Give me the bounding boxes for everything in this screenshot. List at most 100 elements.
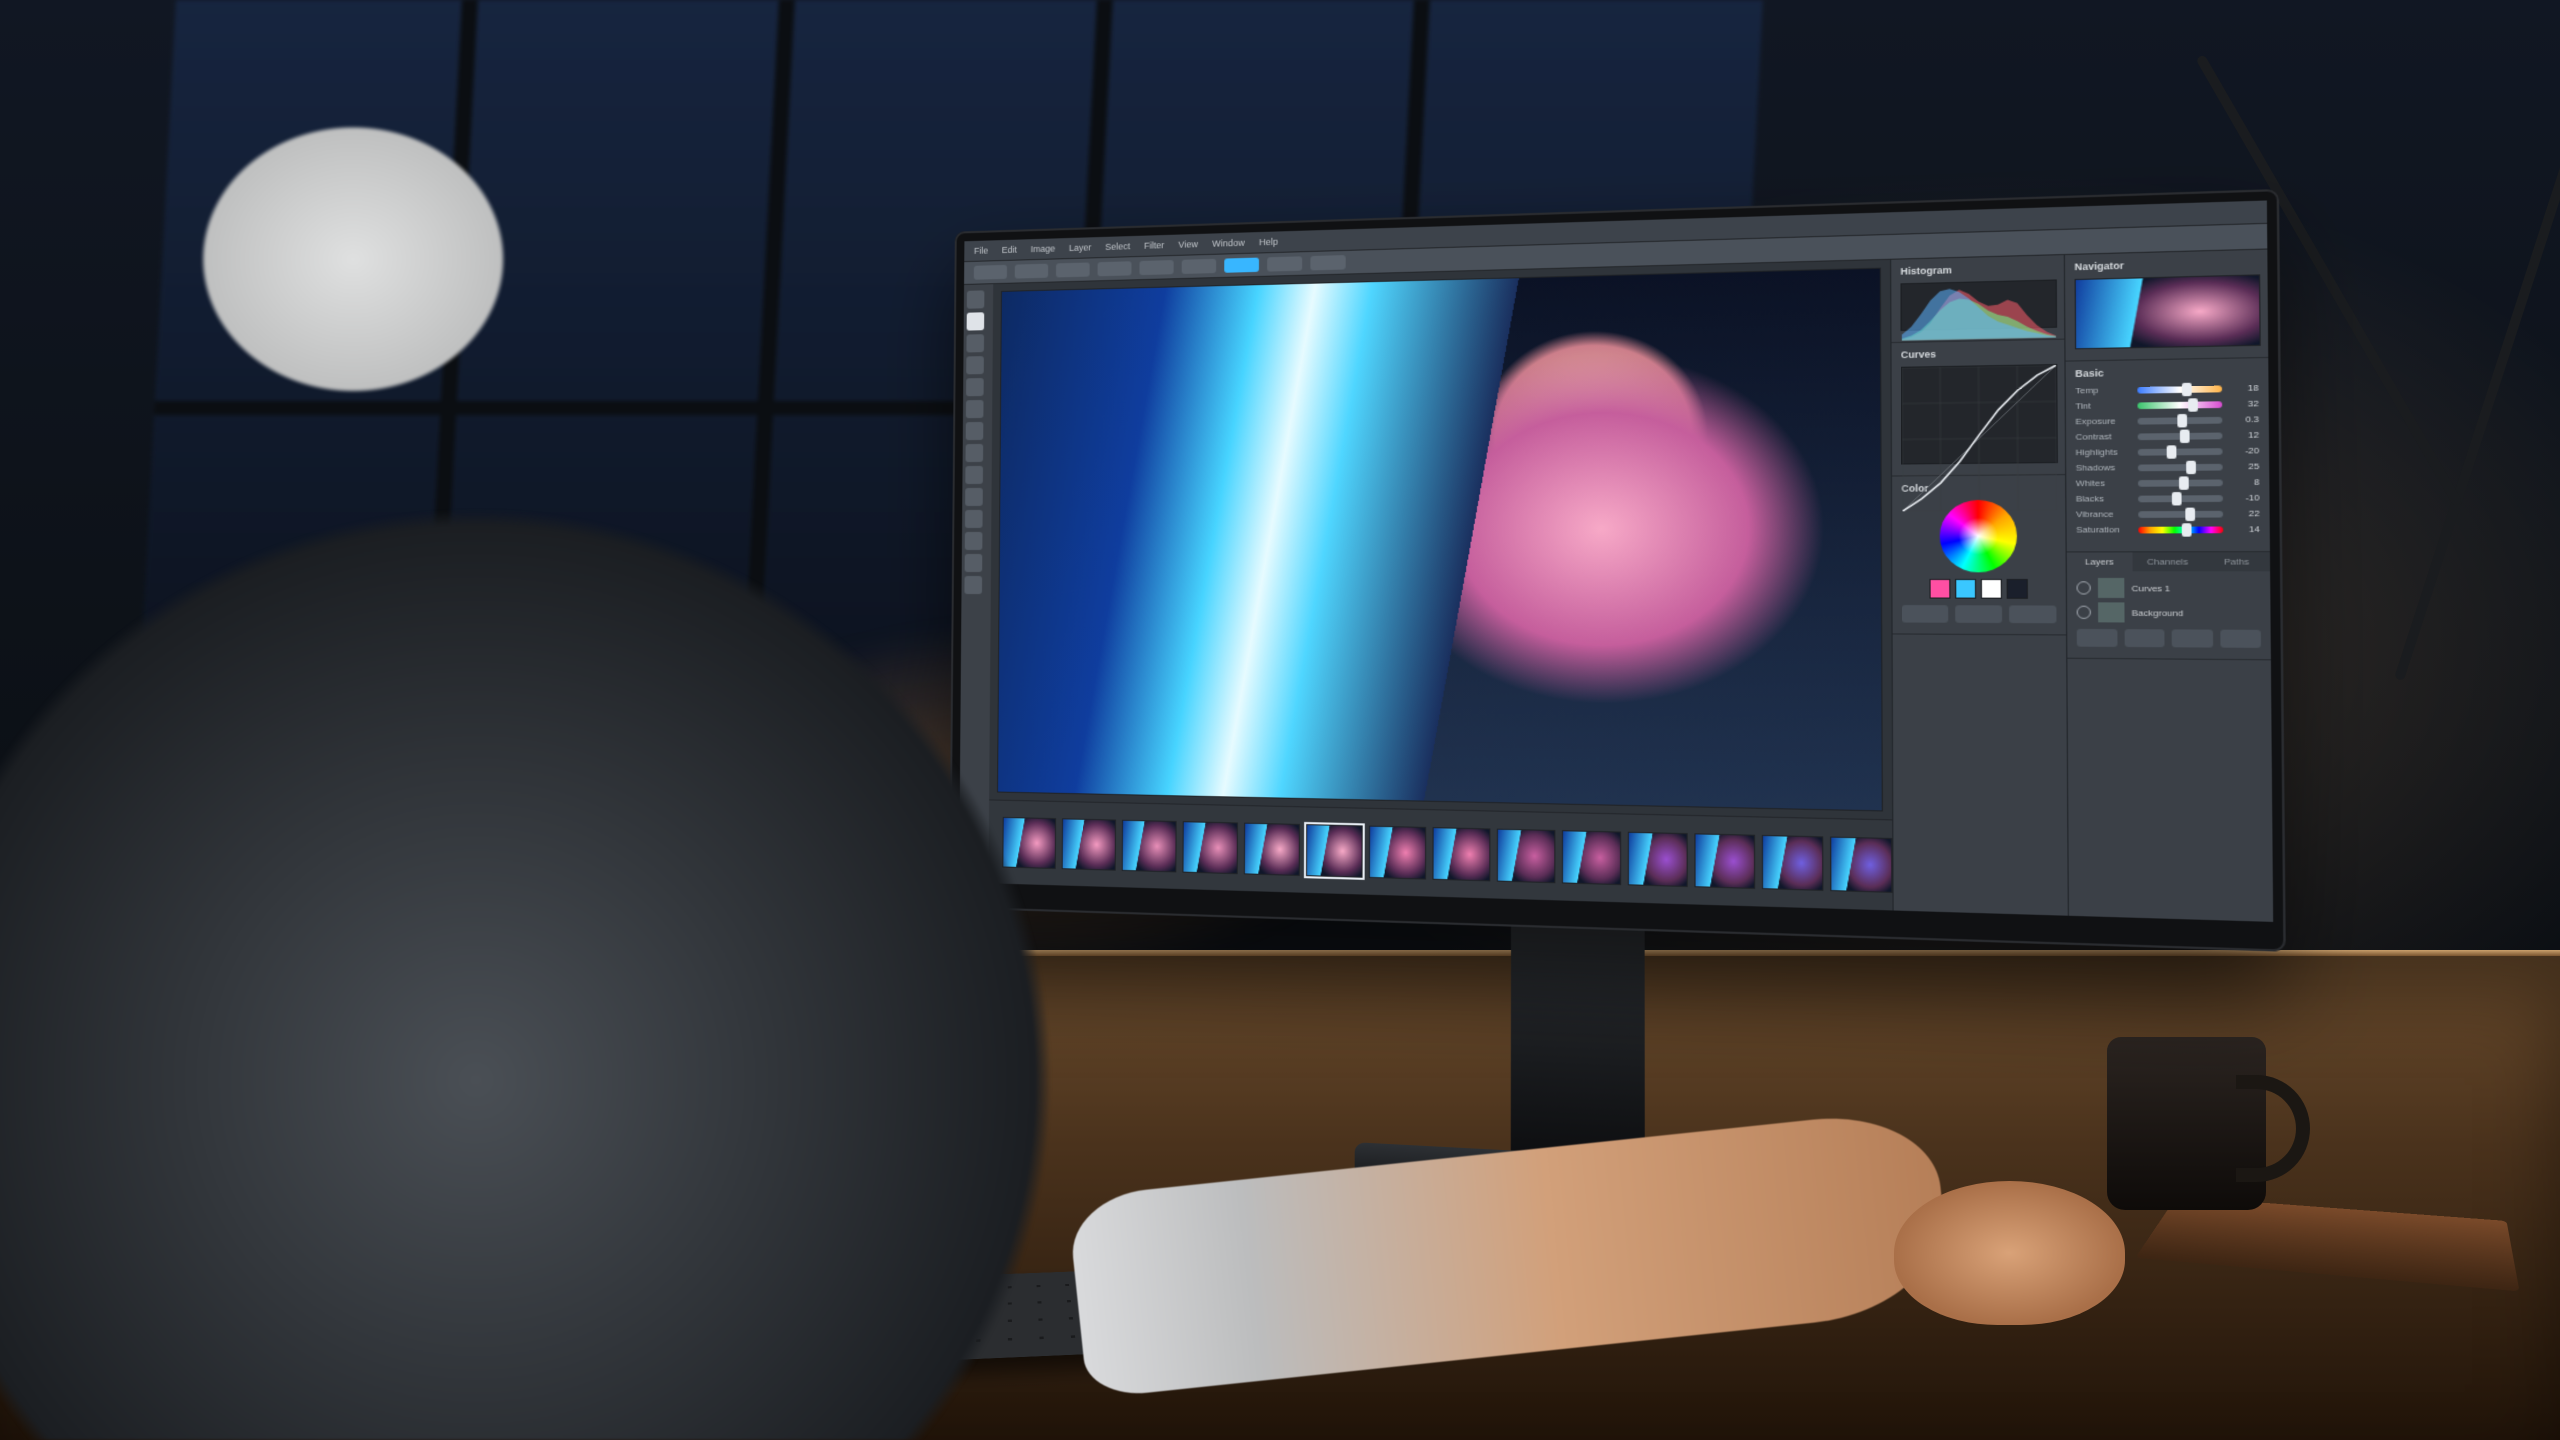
slider-value-tint: 32 — [2230, 399, 2259, 409]
basic-adjustments-panel: Basic Temp 18 Tint 32 Exposure 0.3 Contrast 12 H… — [2066, 358, 2270, 552]
menu-view[interactable]: View — [1179, 239, 1199, 250]
histogram-title: Histogram — [1901, 262, 2055, 277]
swatch-1[interactable] — [1955, 579, 1976, 599]
menu-window[interactable]: Window — [1212, 238, 1245, 249]
basic-title: Basic — [2075, 365, 2258, 379]
panel-column-outer: Navigator Basic Temp 18 Tint 32 Exposure 0.3 C… — [2064, 250, 2273, 922]
person-silhouette — [0, 0, 1152, 1440]
thumbnail-4[interactable] — [1244, 823, 1300, 876]
toolbar-item-7[interactable] — [1267, 257, 1302, 272]
slider-vibrance[interactable]: Vibrance 22 — [2076, 509, 2260, 520]
swatch-3[interactable] — [2007, 579, 2028, 599]
slider-value-saturation: 14 — [2231, 525, 2260, 535]
slider-shadows[interactable]: Shadows 25 — [2076, 462, 2260, 474]
tab-paths[interactable]: Paths — [2203, 553, 2270, 572]
slider-value-highlights: -20 — [2230, 446, 2259, 456]
slider-value-whites: 8 — [2230, 477, 2259, 487]
slider-track-shadows[interactable] — [2138, 464, 2223, 471]
slider-track-saturation[interactable] — [2139, 526, 2224, 533]
thumbnail-5[interactable] — [1306, 824, 1363, 878]
layers-panel: Layers Channels Paths Curves 1 Background — [2067, 553, 2271, 661]
navigator-preview[interactable] — [2075, 275, 2261, 350]
layer-1[interactable]: Background — [2077, 603, 2261, 624]
slider-value-contrast: 12 — [2230, 430, 2259, 440]
slider-label-exposure: Exposure — [2076, 416, 2131, 427]
thumbnail-9[interactable] — [1562, 830, 1621, 885]
thumbnail-12[interactable] — [1762, 835, 1824, 891]
slider-tint[interactable]: Tint 32 — [2076, 399, 2260, 412]
slider-track-whites[interactable] — [2138, 479, 2223, 486]
color-mode-row[interactable] — [1902, 605, 2057, 623]
thumbnail-10[interactable] — [1628, 832, 1688, 887]
toolbar-item-6[interactable] — [1225, 258, 1260, 273]
slider-track-exposure[interactable] — [2138, 417, 2223, 425]
thumbnail-11[interactable] — [1695, 833, 1756, 889]
panel-column-inner: Histogram Curves Color — [1890, 255, 2068, 915]
slider-label-highlights: Highlights — [2076, 447, 2131, 458]
photo-editor-app: FileEditImageLayerSelectFilterViewWindow… — [959, 201, 2273, 922]
layers-list[interactable]: Curves 1 Background — [2077, 578, 2261, 623]
thumbnail-6[interactable] — [1369, 826, 1426, 880]
slider-saturation[interactable]: Saturation 14 — [2076, 525, 2260, 536]
slider-label-shadows: Shadows — [2076, 463, 2131, 473]
slider-contrast[interactable]: Contrast 12 — [2076, 430, 2260, 442]
swatch-2[interactable] — [1981, 579, 2002, 599]
layer-visibility-icon[interactable] — [2077, 582, 2091, 595]
monitor-stand-neck — [1511, 920, 1645, 1173]
thumbnail-13[interactable] — [1830, 837, 1892, 893]
person-hand — [1894, 1181, 2124, 1325]
slider-track-tint[interactable] — [2138, 401, 2223, 409]
slider-track-blacks[interactable] — [2138, 495, 2223, 502]
menu-help[interactable]: Help — [1259, 237, 1278, 248]
navigator-panel: Navigator — [2065, 250, 2268, 362]
slider-value-exposure: 0.3 — [2230, 415, 2259, 425]
slider-whites[interactable]: Whites 8 — [2076, 477, 2260, 488]
slider-label-vibrance: Vibrance — [2076, 509, 2131, 519]
slider-value-shadows: 25 — [2230, 462, 2259, 472]
layer-0[interactable]: Curves 1 — [2077, 578, 2261, 598]
tab-channels[interactable]: Channels — [2135, 553, 2201, 572]
thumbnail-7[interactable] — [1433, 827, 1491, 881]
layer-name: Background — [2132, 608, 2184, 618]
slider-label-temp: Temp — [2076, 385, 2131, 396]
tab-layers[interactable]: Layers — [2067, 553, 2132, 572]
toolbar-item-5[interactable] — [1182, 259, 1217, 274]
slider-label-contrast: Contrast — [2076, 432, 2131, 443]
slider-temp[interactable]: Temp 18 — [2076, 383, 2260, 396]
thumbnail-8[interactable] — [1497, 829, 1556, 884]
slider-highlights[interactable]: Highlights -20 — [2076, 446, 2260, 458]
slider-track-temp[interactable] — [2138, 385, 2223, 393]
layer-thumb — [2098, 578, 2124, 598]
slider-label-blacks: Blacks — [2076, 494, 2131, 504]
slider-label-whites: Whites — [2076, 478, 2131, 488]
swatch-0[interactable] — [1930, 579, 1951, 599]
layers-tabs[interactable]: Layers Channels Paths — [2067, 553, 2270, 572]
layers-footer-buttons[interactable] — [2077, 629, 2261, 648]
thumbnail-3[interactable] — [1183, 821, 1238, 874]
slider-track-vibrance[interactable] — [2139, 511, 2224, 518]
slider-track-contrast[interactable] — [2138, 432, 2223, 440]
layer-name: Curves 1 — [2132, 583, 2171, 593]
slider-label-tint: Tint — [2076, 401, 2131, 412]
toolbar-item-8[interactable] — [1311, 255, 1346, 270]
layer-thumb — [2098, 603, 2125, 623]
slider-track-highlights[interactable] — [2138, 448, 2223, 456]
histogram-chart[interactable] — [1901, 280, 2058, 332]
tone-curve[interactable] — [1901, 364, 2058, 465]
slider-value-vibrance: 22 — [2231, 509, 2260, 519]
swatch-row — [1902, 579, 2057, 599]
slider-label-saturation: Saturation — [2076, 525, 2131, 535]
navigator-title: Navigator — [2075, 257, 2258, 273]
layer-visibility-icon[interactable] — [2077, 606, 2091, 619]
photo-scene: FileEditImageLayerSelectFilterViewWindow… — [0, 0, 2560, 1440]
slider-exposure[interactable]: Exposure 0.3 — [2076, 415, 2260, 427]
curves-panel: Curves — [1892, 340, 2066, 477]
curves-title: Curves — [1901, 347, 2055, 361]
slider-blacks[interactable]: Blacks -10 — [2076, 493, 2260, 504]
workspace: Histogram Curves Color — [959, 250, 2273, 922]
histogram-panel: Histogram — [1892, 255, 2065, 343]
slider-value-temp: 18 — [2230, 383, 2259, 394]
coffee-mug — [2107, 1037, 2266, 1210]
color-wheel[interactable] — [1940, 500, 2018, 573]
slider-value-blacks: -10 — [2231, 493, 2260, 503]
